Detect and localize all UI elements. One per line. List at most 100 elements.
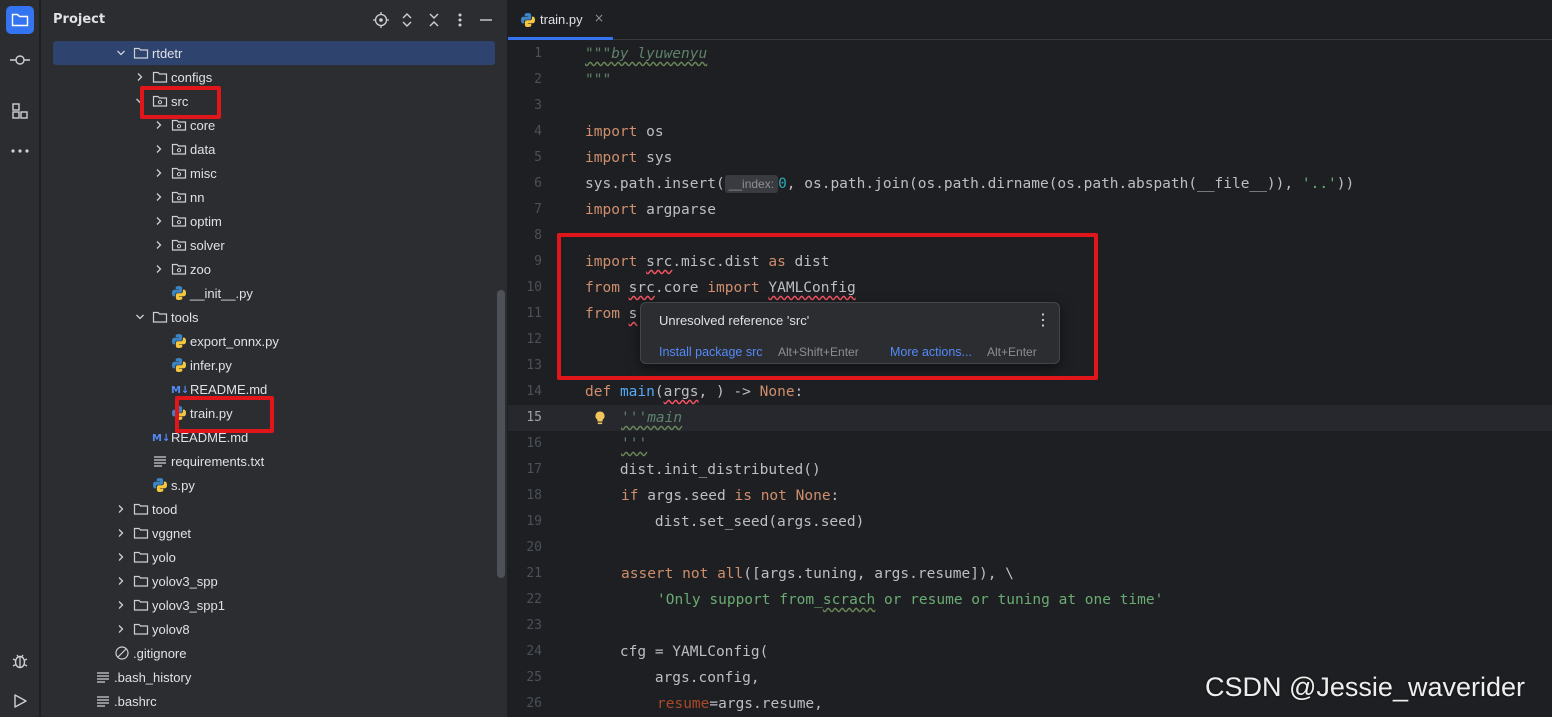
run-icon[interactable]: [6, 687, 34, 715]
lightbulb-icon[interactable]: [592, 410, 608, 426]
annotation-box-imports: [557, 233, 1098, 380]
chevron-right-icon[interactable]: [153, 233, 165, 257]
chevron-right-icon[interactable]: [153, 257, 165, 281]
text-file-icon: [152, 449, 168, 473]
tree-item-label: tood: [152, 501, 178, 517]
locate-icon[interactable]: [372, 11, 390, 29]
chevron-right-icon[interactable]: [115, 617, 127, 641]
chevron-right-icon[interactable]: [115, 497, 127, 521]
tree-item-misc[interactable]: misc: [41, 161, 495, 185]
tree-item-solver[interactable]: solver: [41, 233, 495, 257]
commit-icon[interactable]: [6, 46, 34, 74]
tree-item-label: yolov8: [152, 621, 190, 637]
tree-item-bash-history[interactable]: .bash_history: [41, 665, 495, 689]
hide-icon[interactable]: [477, 11, 495, 29]
tree-item-yolov3-spp[interactable]: yolov3_spp: [41, 569, 495, 593]
structure-icon[interactable]: [6, 97, 34, 125]
tree-item-s-py[interactable]: s.py: [41, 473, 495, 497]
tree-item-bashrc[interactable]: .bashrc: [41, 689, 495, 713]
tree-item-gitignore[interactable]: .gitignore: [41, 641, 495, 665]
line-number: 15: [526, 410, 542, 425]
code-segment: args.seed: [638, 488, 735, 504]
svg-text:M↓: M↓: [152, 433, 168, 444]
folder-icon[interactable]: [6, 6, 34, 34]
more-icon[interactable]: [6, 137, 34, 165]
code-line: 14 def main(args, ) -> None:: [508, 379, 1552, 405]
line-number: 14: [526, 384, 542, 399]
line-number: 26: [526, 696, 542, 711]
tree-item-rtdetr[interactable]: rtdetr: [53, 41, 495, 65]
code-text: cfg = YAMLConfig(: [585, 644, 769, 660]
chevron-right-icon[interactable]: [115, 545, 127, 569]
code-text: def main(args, ) -> None:: [585, 379, 803, 405]
tree-item-nn[interactable]: nn: [41, 185, 495, 209]
chevron-right-icon[interactable]: [153, 185, 165, 209]
chevron-right-icon[interactable]: [153, 137, 165, 161]
debug-icon[interactable]: [6, 647, 34, 675]
code-line: 24 cfg = YAMLConfig(: [508, 639, 1552, 665]
tree-item-infer-py[interactable]: infer.py: [41, 353, 495, 377]
line-number: 3: [534, 98, 542, 113]
tab-train-py[interactable]: train.py ×: [508, 0, 613, 40]
tree-item-zoo[interactable]: zoo: [41, 257, 495, 281]
tree-item-export-onnx-py[interactable]: export_onnx.py: [41, 329, 495, 353]
options-icon[interactable]: [451, 11, 469, 29]
chevron-right-icon[interactable]: [115, 521, 127, 545]
tree-item-label: tools: [171, 309, 199, 325]
chevron-right-icon[interactable]: [153, 209, 165, 233]
tab-label: train.py: [540, 12, 583, 27]
close-icon[interactable]: ×: [594, 11, 604, 25]
line-number: 1: [534, 46, 542, 61]
scrollbar[interactable]: [497, 290, 505, 578]
docstring: '''main: [621, 410, 683, 426]
line-number: 18: [526, 488, 542, 503]
code-line: 19 dist.set_seed(args.seed): [508, 509, 1552, 535]
chevron-right-icon[interactable]: [153, 161, 165, 185]
tree-item-label: data: [190, 141, 216, 157]
code-segment: sys.path.insert(: [585, 176, 725, 192]
chevron-right-icon[interactable]: [115, 569, 127, 593]
tree-item-tools[interactable]: tools: [41, 305, 495, 329]
tree-item-label: .bash_history: [114, 669, 192, 685]
chevron-down-icon[interactable]: [134, 305, 146, 329]
code-text: '''main: [621, 405, 682, 431]
tree-item-src[interactable]: src: [41, 89, 495, 113]
code-text: 'Only support from_scrach or resume or t…: [657, 587, 1163, 613]
module: sys: [637, 150, 673, 166]
code-line: 21 assert not all([args.tuning, args.resu…: [508, 561, 1552, 587]
collapse-all-icon[interactable]: [425, 11, 443, 29]
tree-item-yolo[interactable]: yolo: [41, 545, 495, 569]
tree-item-label: optim: [190, 213, 222, 229]
tree-item-yolov3-spp1[interactable]: yolov3_spp1: [41, 593, 495, 617]
tree-item-tood[interactable]: tood: [41, 497, 495, 521]
expand-all-icon[interactable]: [398, 11, 416, 29]
tree-item-yolov8[interactable]: yolov8: [41, 617, 495, 641]
tree-item-requirements-txt[interactable]: requirements.txt: [41, 449, 495, 473]
code-segment: (: [654, 384, 664, 400]
tree-item-optim[interactable]: optim: [41, 209, 495, 233]
string: 'Only support from_: [657, 592, 823, 608]
project-header: Project: [41, 0, 507, 40]
builtin-function: all: [717, 566, 744, 582]
line-number: 11: [526, 306, 542, 321]
line-number: 17: [526, 462, 542, 477]
watermark: CSDN @Jessie_waverider: [1205, 672, 1526, 702]
text-file-icon: [95, 689, 111, 713]
tree-item-init-py[interactable]: __init__.py: [41, 281, 495, 305]
code-line: 6 sys.path.insert(__index: 0, os.path.join…: [508, 171, 1552, 197]
tree-item-configs[interactable]: configs: [41, 65, 495, 89]
chevron-down-icon[interactable]: [115, 41, 127, 65]
tree-item-label: .gitignore: [133, 645, 187, 661]
tree-item-label: yolo: [152, 549, 176, 565]
keyword: if: [621, 488, 639, 504]
tree-item-vggnet[interactable]: vggnet: [41, 521, 495, 545]
chevron-right-icon[interactable]: [115, 593, 127, 617]
annotation-box-src: [140, 86, 221, 119]
code-text: import sys: [585, 145, 672, 171]
tree-item-data[interactable]: data: [41, 137, 495, 161]
tree-item-core[interactable]: core: [41, 113, 495, 137]
string: '..': [1301, 176, 1337, 192]
tree-item-label: misc: [190, 165, 217, 181]
keyword-argument: resume: [657, 696, 710, 712]
